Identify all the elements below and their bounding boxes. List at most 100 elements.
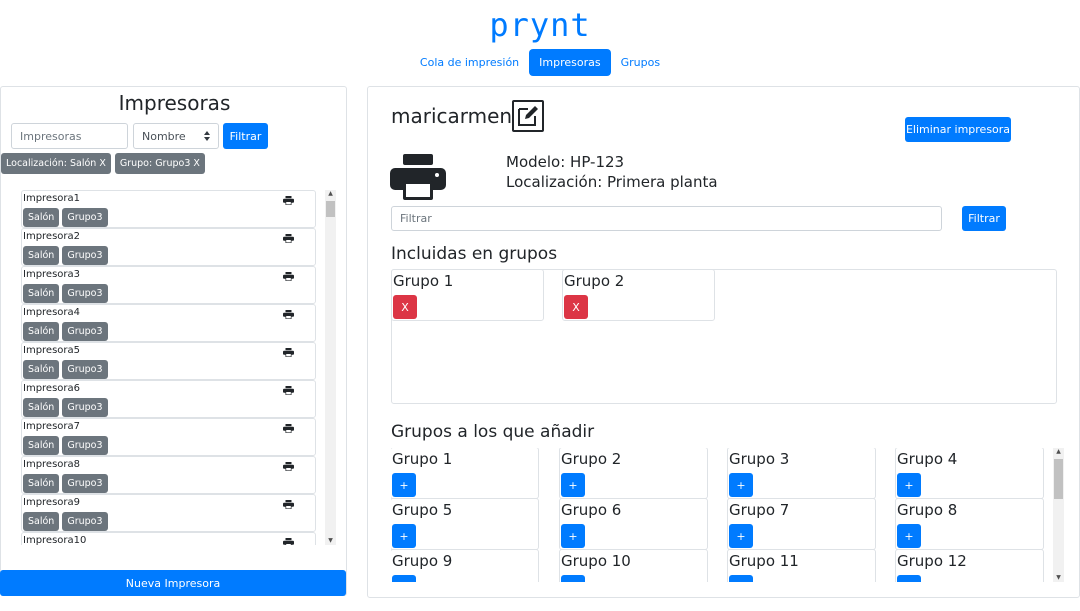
add-group-button[interactable]: + (897, 575, 921, 582)
printer-tag-badge[interactable]: Salón (23, 246, 60, 265)
printer-list-item-name: Impresora4 (23, 307, 81, 318)
printer-tag-badge[interactable]: Salón (23, 322, 60, 341)
add-group-button[interactable]: + (729, 473, 753, 497)
add-group-name: Grupo 5 (392, 501, 453, 519)
printer-tag-badge[interactable]: Grupo3 (62, 398, 108, 417)
edit-icon[interactable] (512, 100, 544, 132)
printer-list-item-name: Impresora2 (23, 231, 81, 242)
included-groups-title: Incluidas en grupos (391, 244, 558, 264)
remove-group-button[interactable]: X (393, 295, 417, 319)
add-group-name: Grupo 4 (897, 450, 958, 468)
included-group-name: Grupo 2 (564, 272, 625, 290)
filter-tag-group[interactable]: Grupo: Grupo3 X (114, 153, 205, 174)
add-group-button[interactable]: + (561, 575, 585, 582)
printer-list-scroll-thumb[interactable] (326, 201, 335, 217)
printer-tag-badge[interactable]: Salón (23, 474, 60, 493)
group-filter-input[interactable]: Filtrar (391, 206, 942, 231)
add-group-button[interactable]: + (729, 575, 753, 582)
add-group-name: Grupo 1 (392, 450, 453, 468)
printer-search-input[interactable]: Impresoras (11, 123, 128, 149)
printer-tag-badge[interactable]: Salón (23, 284, 60, 303)
add-group-card: Grupo 12 + (895, 549, 1044, 582)
printer-tag-badge[interactable]: Grupo3 (62, 436, 108, 455)
printer-mini-icon (283, 500, 294, 509)
add-group-name: Grupo 3 (729, 450, 790, 468)
add-groups-scroll-thumb[interactable] (1054, 459, 1063, 499)
add-group-name: Grupo 11 (729, 552, 799, 570)
printer-tag-badge[interactable]: Salón (23, 398, 60, 417)
printer-tags: Salón Grupo3 (23, 360, 108, 379)
printer-mini-icon (283, 424, 294, 433)
add-group-card: Grupo 6 + (559, 498, 708, 550)
printer-mini-icon (283, 386, 294, 395)
printer-list-item-name: Impresora9 (23, 497, 81, 508)
add-group-card: Grupo 3 + (727, 448, 876, 499)
printer-tag-badge[interactable]: Grupo3 (62, 246, 108, 265)
printer-filter-button[interactable]: Filtrar (223, 123, 268, 149)
printer-tag-badge[interactable]: Grupo3 (62, 360, 108, 379)
printer-list-item[interactable]: Impresora1 Salón Grupo3 (21, 190, 316, 228)
sort-select[interactable]: Nombre (133, 123, 219, 149)
printer-list-item[interactable]: Impresora9 Salón Grupo3 (21, 494, 316, 532)
printer-list-item-name: Impresora8 (23, 459, 81, 470)
tab-grupos[interactable]: Grupos (611, 49, 670, 76)
printer-list-item[interactable]: Impresora5 Salón Grupo3 (21, 342, 316, 380)
add-group-button[interactable]: + (392, 524, 416, 548)
add-group-button[interactable]: + (561, 524, 585, 548)
tab-impresoras[interactable]: Impresoras (529, 49, 611, 76)
delete-printer-button[interactable]: Eliminar impresora (905, 117, 1011, 142)
printer-tag-badge[interactable]: Grupo3 (62, 284, 108, 303)
new-printer-button[interactable]: Nueva Impresora (0, 570, 346, 596)
printer-tag-badge[interactable]: Grupo3 (62, 322, 108, 341)
tab-cola-impresion[interactable]: Cola de impresión (410, 49, 529, 76)
filter-tag-location[interactable]: Localización: Salón X (1, 153, 111, 174)
printer-list-item[interactable]: Impresora6 Salón Grupo3 (21, 380, 316, 418)
add-group-name: Grupo 12 (897, 552, 967, 570)
printer-tags: Salón Grupo3 (23, 398, 108, 417)
included-groups-box: Grupo 1 X Grupo 2 X (391, 269, 1057, 404)
sort-select-value: Nombre (142, 129, 186, 143)
printer-list: Impresora1 Salón Grupo3 Impresora2 Salón Grup… (21, 190, 337, 545)
add-group-name: Grupo 2 (561, 450, 622, 468)
printers-panel: Impresoras Impresoras Nombre Filtrar Loc… (0, 86, 347, 596)
remove-group-button[interactable]: X (564, 295, 588, 319)
sort-select-arrows-icon (204, 131, 210, 141)
add-group-button[interactable]: + (729, 524, 753, 548)
printer-tag-badge[interactable]: Salón (23, 208, 60, 227)
add-group-button[interactable]: + (392, 575, 416, 582)
add-group-button[interactable]: + (392, 473, 416, 497)
add-group-button[interactable]: + (561, 473, 585, 497)
app-brand: prynt (489, 6, 591, 44)
printer-tag-badge[interactable]: Grupo3 (62, 208, 108, 227)
printer-list-item[interactable]: Impresora8 Salón Grupo3 (21, 456, 316, 494)
printer-tag-badge[interactable]: Salón (23, 512, 60, 531)
printer-tags: Salón Grupo3 (23, 246, 108, 265)
printer-mini-icon (283, 196, 294, 205)
printer-list-item-name: Impresora5 (23, 345, 81, 356)
printer-list-scrollbar[interactable]: ▲ ▼ (325, 190, 336, 545)
printer-list-item-name: Impresora6 (23, 383, 81, 394)
printer-tag-badge[interactable]: Grupo3 (62, 474, 108, 493)
add-group-name: Grupo 9 (392, 552, 453, 570)
printer-list-item[interactable]: Impresora7 Salón Grupo3 (21, 418, 316, 456)
printer-list-item[interactable]: Impresora2 Salón Grupo3 (21, 228, 316, 266)
printer-mini-icon (283, 462, 294, 471)
printer-list-item[interactable]: Impresora4 Salón Grupo3 (21, 304, 316, 342)
included-group-card: Grupo 2 X (562, 269, 715, 321)
printer-list-item-name: Impresora1 (23, 193, 81, 204)
add-group-button[interactable]: + (897, 473, 921, 497)
printer-list-item[interactable]: Impresora3 Salón Grupo3 (21, 266, 316, 304)
add-groups-grid: Grupo 1 + Grupo 2 + Grupo 3 + Grupo 4 + Grupo 5 +… (391, 448, 1066, 582)
printer-list-item[interactable]: Impresora10SalónGrupo3 (21, 532, 316, 545)
printer-model: Modelo: HP-123 (506, 153, 625, 171)
printer-tag-badge[interactable]: Grupo3 (62, 512, 108, 531)
printer-tag-badge[interactable]: Salón (23, 436, 60, 455)
add-groups-scrollbar[interactable]: ▲ ▼ (1053, 448, 1064, 582)
add-group-card: Grupo 8 + (895, 498, 1044, 550)
group-filter-button[interactable]: Filtrar (962, 206, 1006, 231)
add-group-button[interactable]: + (897, 524, 921, 548)
printer-tag-badge[interactable]: Salón (23, 360, 60, 379)
printers-panel-title: Impresoras (118, 91, 231, 115)
printer-mini-icon (283, 310, 294, 319)
printer-tags: Salón Grupo3 (23, 322, 108, 341)
